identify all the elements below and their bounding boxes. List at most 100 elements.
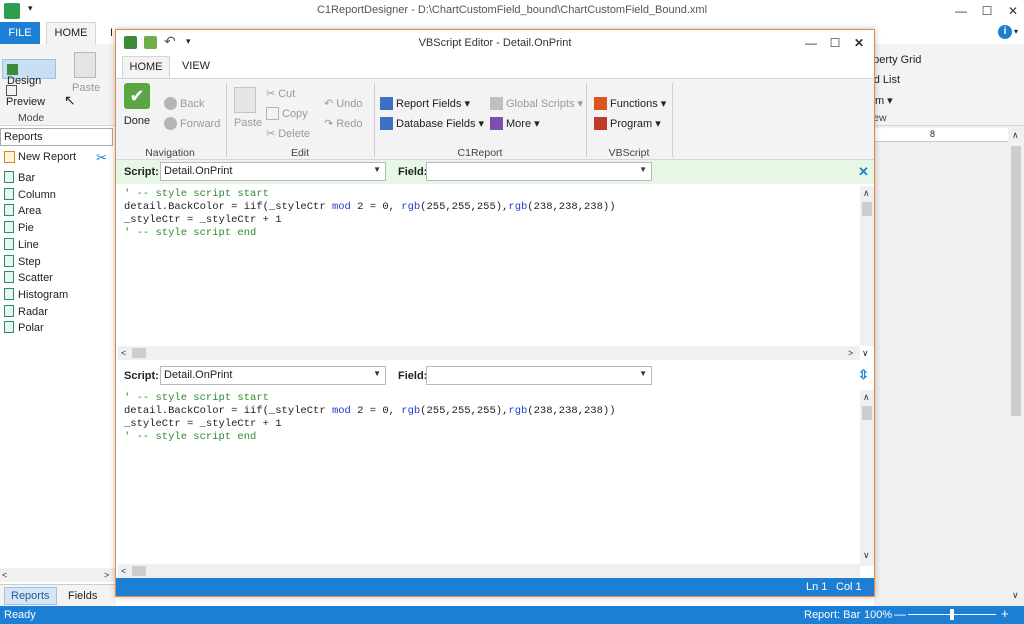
scroll-up-icon[interactable]: ∧ bbox=[1012, 130, 1019, 141]
report-item-bar[interactable]: Bar bbox=[4, 170, 35, 186]
report-item-pie[interactable]: Pie bbox=[4, 220, 34, 236]
back-label: Back bbox=[180, 98, 205, 110]
help-dropdown-icon[interactable]: ▾ bbox=[1014, 27, 1018, 36]
script-label: Script: bbox=[124, 166, 159, 178]
panel-tabs: Reports Fields bbox=[0, 584, 116, 606]
scroll-up-icon[interactable]: ∧ bbox=[863, 188, 870, 199]
functions-button[interactable]: Functions ▾ bbox=[594, 97, 666, 110]
top-code-editor[interactable]: ' -- style script start detail.BackColor… bbox=[118, 186, 860, 346]
paste-button[interactable]: Paste bbox=[234, 117, 262, 129]
bottom-code-editor[interactable]: ' -- style script start detail.BackColor… bbox=[118, 390, 860, 566]
report-item-radar[interactable]: Radar bbox=[4, 304, 48, 320]
preview-button[interactable]: Preview bbox=[2, 81, 62, 108]
report-icon bbox=[4, 171, 14, 183]
copy-button[interactable]: Copy bbox=[266, 107, 308, 120]
scroll-down-icon[interactable]: ∨ bbox=[862, 348, 869, 359]
back-button[interactable]: Back bbox=[164, 97, 204, 110]
report-item-area[interactable]: Area bbox=[4, 203, 41, 219]
global-scripts-icon bbox=[490, 97, 503, 110]
close-button[interactable]: ✕ bbox=[996, 0, 1024, 22]
reports-combo[interactable]: Reports bbox=[0, 128, 113, 146]
report-item-polar[interactable]: Polar bbox=[4, 320, 44, 336]
copy-icon bbox=[266, 107, 279, 120]
report-item-step[interactable]: Step bbox=[4, 254, 41, 270]
scroll-up-icon[interactable]: ∧ bbox=[863, 392, 870, 403]
code-line: ' -- style script start bbox=[124, 392, 269, 404]
field-combo[interactable]: ▼ bbox=[426, 162, 652, 181]
cut-button[interactable]: ✂ Cut bbox=[266, 87, 295, 100]
main-paste-label[interactable]: Paste bbox=[72, 82, 100, 94]
scroll-down-icon[interactable]: ∨ bbox=[863, 550, 870, 561]
copy-label: Copy bbox=[282, 108, 308, 120]
report-item-line[interactable]: Line bbox=[4, 237, 39, 253]
report-item-label: Area bbox=[18, 205, 42, 217]
scroll-thumb[interactable] bbox=[862, 202, 872, 216]
report-icon bbox=[4, 238, 14, 250]
script-combo[interactable]: Detail.OnPrint ▼ bbox=[160, 162, 386, 181]
global-scripts-button[interactable]: Global Scripts ▾ bbox=[490, 97, 583, 110]
more-button[interactable]: More ▾ bbox=[490, 117, 540, 130]
scroll-right-icon[interactable]: > bbox=[104, 570, 109, 580]
mode-group-label: Mode bbox=[18, 112, 45, 124]
scroll-thumb[interactable] bbox=[1011, 146, 1021, 416]
design-button[interactable]: Design bbox=[2, 59, 56, 87]
database-fields-button[interactable]: Database Fields ▾ bbox=[380, 117, 484, 130]
forward-button[interactable]: Forward bbox=[164, 117, 220, 130]
scroll-left-icon[interactable]: < bbox=[2, 570, 7, 580]
help-icon[interactable]: i bbox=[998, 25, 1012, 39]
scroll-right-icon[interactable]: > bbox=[848, 348, 853, 358]
bottom-vscroll[interactable]: ∧ ∨ bbox=[860, 390, 874, 566]
editor-ribbon-tabs bbox=[116, 56, 874, 78]
report-item-label: Pie bbox=[18, 222, 34, 234]
program-icon bbox=[594, 117, 607, 130]
editor-close-button[interactable]: ✕ bbox=[842, 32, 876, 54]
tab-file[interactable]: FILE bbox=[0, 22, 40, 44]
top-vscroll[interactable]: ∧ bbox=[860, 186, 874, 346]
forward-icon bbox=[164, 117, 177, 130]
database-fields-label: Database Fields bbox=[396, 118, 476, 130]
scroll-thumb[interactable] bbox=[132, 566, 146, 576]
report-fields-button[interactable]: Report Fields ▾ bbox=[380, 97, 470, 110]
report-icon bbox=[4, 288, 14, 300]
undo-button[interactable]: ↶ Undo bbox=[324, 97, 363, 110]
editor-tab-view[interactable]: VIEW bbox=[176, 56, 216, 78]
zoom-out-button[interactable]: — bbox=[894, 607, 906, 621]
code-keyword: mod bbox=[331, 201, 351, 213]
zoom-in-button[interactable]: + bbox=[1001, 606, 1009, 621]
bottom-hscroll[interactable]: < bbox=[118, 564, 860, 578]
tab-fields[interactable]: Fields bbox=[62, 588, 103, 604]
tab-home[interactable]: HOME bbox=[46, 22, 96, 44]
zoom-slider-thumb[interactable] bbox=[950, 609, 954, 620]
close-split-icon[interactable]: ✕ bbox=[858, 164, 869, 180]
main-vscroll[interactable]: ∧ ∨ bbox=[1008, 128, 1024, 604]
split-icon[interactable]: ⇳ bbox=[858, 367, 869, 383]
tab-reports[interactable]: Reports bbox=[4, 587, 57, 605]
cut-report-icon[interactable]: ✂ bbox=[96, 150, 107, 166]
code-keyword: rgb bbox=[401, 201, 421, 213]
program-button[interactable]: Program ▾ bbox=[594, 117, 661, 130]
report-item-column[interactable]: Column bbox=[4, 187, 56, 203]
undo-label: Undo bbox=[336, 98, 363, 110]
field-combo[interactable]: ▼ bbox=[426, 366, 652, 385]
editor-ribbon: ✔ Done Back Forward Navigation Paste ✂ Cu… bbox=[116, 78, 874, 160]
chevron-down-icon: ▼ bbox=[373, 165, 381, 174]
status-line: Ln 1 bbox=[806, 581, 828, 593]
scroll-thumb[interactable] bbox=[132, 348, 146, 358]
report-item-histogram[interactable]: Histogram bbox=[4, 287, 68, 303]
redo-button[interactable]: ↷ Redo bbox=[324, 117, 363, 130]
done-button[interactable]: ✔ Done bbox=[120, 83, 154, 135]
new-report-button[interactable]: New Report bbox=[4, 151, 76, 163]
scroll-thumb[interactable] bbox=[862, 406, 872, 420]
left-panel-hscroll[interactable]: < > bbox=[0, 568, 116, 582]
top-hscroll[interactable]: < > bbox=[118, 346, 860, 360]
script-combo[interactable]: Detail.OnPrint ▼ bbox=[160, 366, 386, 385]
status-bar: Ready Report: Bar 100% — + bbox=[0, 606, 1024, 624]
report-item-scatter[interactable]: Scatter bbox=[4, 270, 53, 286]
tab-insert-partial[interactable]: I bbox=[110, 27, 113, 39]
delete-button[interactable]: ✂ Delete bbox=[266, 127, 310, 140]
scroll-down-icon[interactable]: ∨ bbox=[1012, 590, 1019, 601]
scroll-left-icon[interactable]: < bbox=[121, 566, 126, 576]
redo-label: Redo bbox=[336, 118, 363, 130]
editor-tab-home[interactable]: HOME bbox=[122, 56, 170, 78]
scroll-left-icon[interactable]: < bbox=[121, 348, 126, 358]
